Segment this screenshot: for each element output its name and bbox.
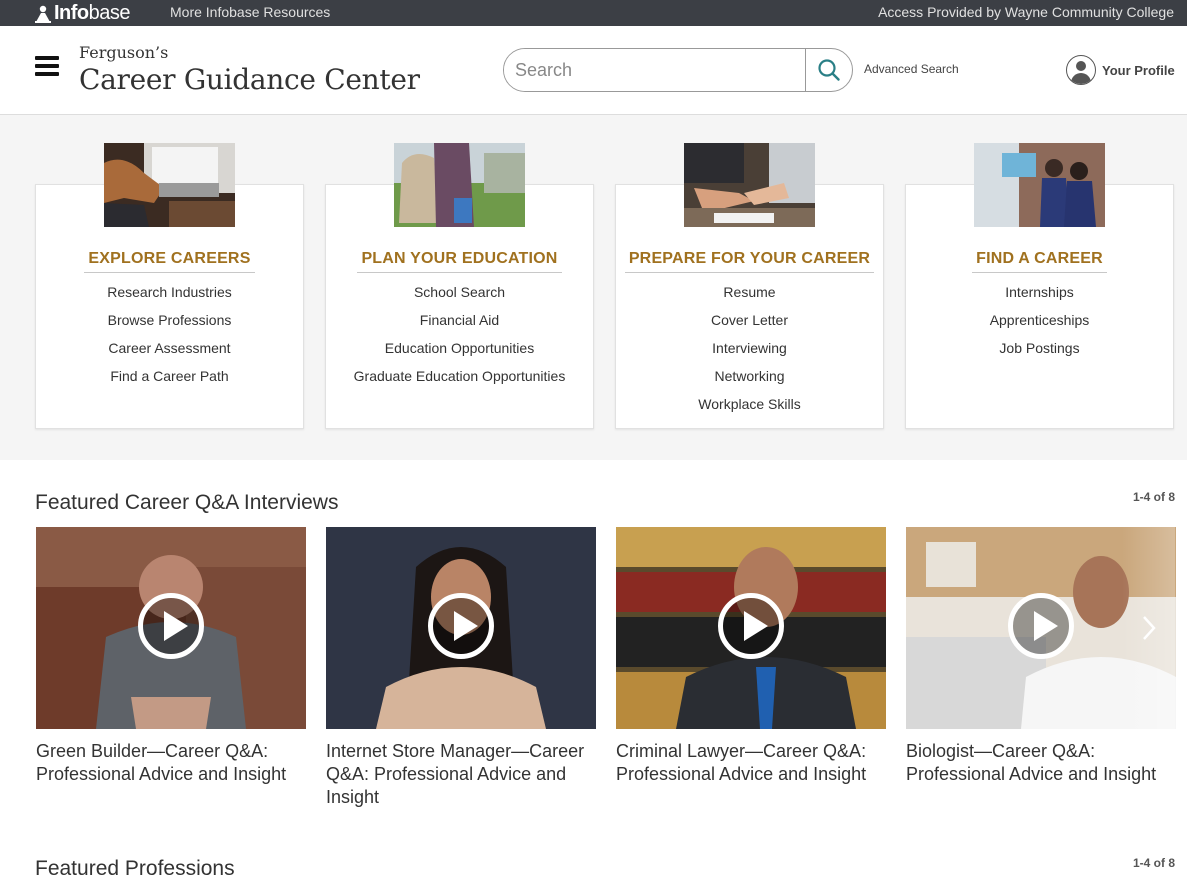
link-graduate-education[interactable]: Graduate Education Opportunities [326,367,593,395]
logo-text: base [88,2,131,24]
site-header: Ferguson’s Career Guidance Center Advanc… [0,26,1187,115]
video-title[interactable]: Biologist—Career Q&A: Professional Advic… [906,740,1176,786]
link-school-search[interactable]: School Search [326,283,593,311]
link-job-postings[interactable]: Job Postings [906,339,1173,367]
category-section: EXPLORE CAREERS Research Industries Brow… [0,115,1187,460]
video-thumbnail-green-builder[interactable] [36,527,306,729]
link-browse-professions[interactable]: Browse Professions [36,311,303,339]
menu-icon[interactable] [35,56,59,78]
link-financial-aid[interactable]: Financial Aid [326,311,593,339]
infobase-person-icon [35,5,51,23]
chevron-right-icon [1142,616,1156,640]
carousel-next-button[interactable] [1122,527,1175,729]
featured-interviews-count: 1-4 of 8 [1132,490,1175,504]
user-avatar-icon [1066,55,1096,85]
link-find-career-path[interactable]: Find a Career Path [36,367,303,395]
link-research-industries[interactable]: Research Industries [36,283,303,311]
featured-professions-count: 1-4 of 8 [1132,856,1175,870]
link-interviewing[interactable]: Interviewing [616,339,883,367]
category-links: Resume Cover Letter Interviewing Network… [616,283,883,423]
link-internships[interactable]: Internships [906,283,1173,311]
link-education-opportunities[interactable]: Education Opportunities [326,339,593,367]
advanced-search-link[interactable]: Advanced Search [864,62,959,76]
link-career-assessment[interactable]: Career Assessment [36,339,303,367]
logo-text-bold: Info [54,2,89,24]
category-title[interactable]: FIND A CAREER [972,250,1107,273]
play-icon[interactable] [138,593,204,659]
more-resources-link[interactable]: More Infobase Resources [170,4,330,20]
play-icon[interactable] [428,593,494,659]
video-card: Green Builder—Career Q&A: Professional A… [36,527,306,786]
category-card-find-career: FIND A CAREER Internships Apprenticeship… [905,143,1174,429]
category-links: Research Industries Browse Professions C… [36,283,303,395]
link-cover-letter[interactable]: Cover Letter [616,311,883,339]
search-box [503,48,853,92]
brand-title[interactable]: Career Guidance Center [79,63,420,96]
video-title[interactable]: Criminal Lawyer—Career Q&A: Professional… [616,740,886,786]
link-resume[interactable]: Resume [616,283,883,311]
category-title[interactable]: PLAN YOUR EDUCATION [357,250,562,273]
link-networking[interactable]: Networking [616,367,883,395]
play-icon[interactable] [1008,593,1074,659]
top-bar: Info base More Infobase Resources Access … [0,0,1187,26]
category-links: Internships Apprenticeships Job Postings [906,283,1173,367]
search-button[interactable] [805,49,852,91]
search-icon [818,59,840,81]
link-workplace-skills[interactable]: Workplace Skills [616,395,883,423]
access-provided-text: Access Provided by Wayne Community Colle… [878,4,1174,20]
play-icon[interactable] [718,593,784,659]
category-title[interactable]: EXPLORE CAREERS [84,250,255,273]
link-apprenticeships[interactable]: Apprenticeships [906,311,1173,339]
category-card-plan-education: PLAN YOUR EDUCATION School Search Financ… [325,143,594,429]
search-input[interactable] [504,49,805,91]
video-card: Criminal Lawyer—Career Q&A: Professional… [616,527,886,786]
brand-publisher: Ferguson’s [79,43,169,62]
laptop-typing-photo[interactable] [104,143,235,227]
infobase-logo[interactable]: Info base [35,2,131,25]
video-title[interactable]: Internet Store Manager—Career Q&A: Profe… [326,740,596,809]
category-title[interactable]: PREPARE FOR YOUR CAREER [624,250,875,273]
handshake-photo[interactable] [684,143,815,227]
lab-workers-photo[interactable] [974,143,1105,227]
featured-professions-title: Featured Professions [35,857,235,880]
category-card-explore-careers: EXPLORE CAREERS Research Industries Brow… [35,143,304,429]
student-backpack-photo[interactable] [394,143,525,227]
category-card-prepare-career: PREPARE FOR YOUR CAREER Resume Cover Let… [615,143,884,429]
featured-interviews-title: Featured Career Q&A Interviews [35,491,339,514]
video-thumbnail-criminal-lawyer[interactable] [616,527,886,729]
profile-label: Your Profile [1102,62,1175,78]
profile-button[interactable]: Your Profile [1066,55,1175,85]
category-links: School Search Financial Aid Education Op… [326,283,593,395]
video-thumbnail-internet-store-manager[interactable] [326,527,596,729]
video-title[interactable]: Green Builder—Career Q&A: Professional A… [36,740,306,786]
video-card: Internet Store Manager—Career Q&A: Profe… [326,527,596,809]
